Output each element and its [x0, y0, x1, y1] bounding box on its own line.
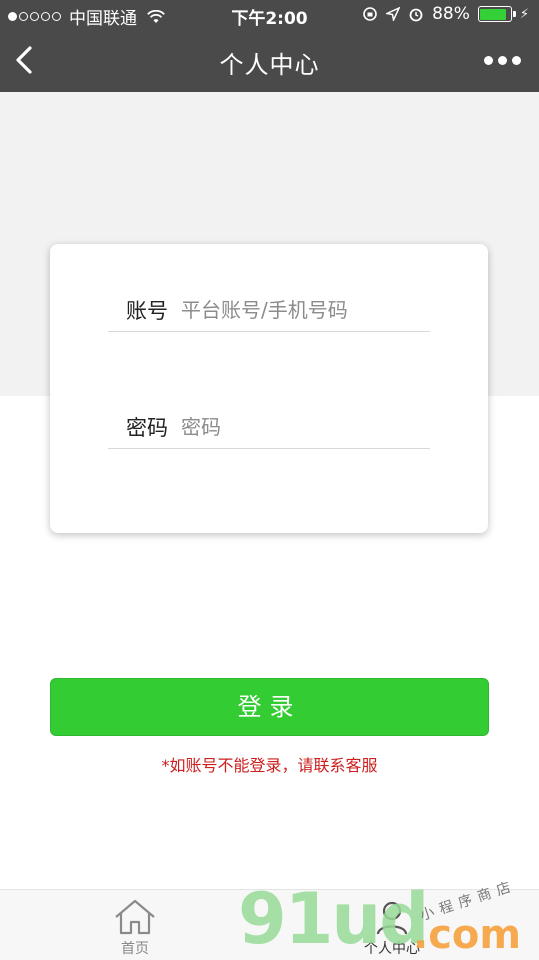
- contact-support-notice: *如账号不能登录，请联系客服: [161, 756, 378, 775]
- battery-percent: 88%: [432, 4, 470, 24]
- tab-home-label: 首页: [121, 941, 149, 957]
- location-icon: [386, 7, 401, 21]
- status-right: 88% ⚡: [362, 4, 529, 24]
- alarm-icon: [409, 8, 423, 22]
- status-bar: 中国联通 下午2:00 88% ⚡: [0, 0, 539, 30]
- user-icon: [376, 901, 408, 935]
- password-input[interactable]: [181, 414, 430, 439]
- charging-icon: ⚡: [519, 6, 529, 22]
- home-icon: [115, 899, 155, 935]
- rotation-lock-icon: [363, 7, 377, 21]
- battery-icon: [477, 6, 516, 22]
- nav-bar: 个人中心: [0, 30, 539, 92]
- password-field-row: 密码: [108, 405, 430, 449]
- tab-profile[interactable]: 个人中心: [342, 898, 442, 958]
- account-label: 账号: [126, 298, 168, 323]
- login-button[interactable]: 登录: [50, 678, 489, 736]
- tab-bar: 首页 个人中心: [0, 889, 539, 960]
- password-label: 密码: [126, 415, 168, 440]
- login-card: 账号 密码: [50, 244, 488, 533]
- page-title: 个人中心: [219, 51, 320, 79]
- more-menu-icon[interactable]: [484, 56, 521, 65]
- tab-home[interactable]: 首页: [85, 898, 185, 958]
- account-input[interactable]: [181, 297, 430, 322]
- tab-profile-label: 个人中心: [364, 941, 420, 957]
- battery-level: [480, 8, 506, 20]
- account-field-row: 账号: [108, 288, 430, 332]
